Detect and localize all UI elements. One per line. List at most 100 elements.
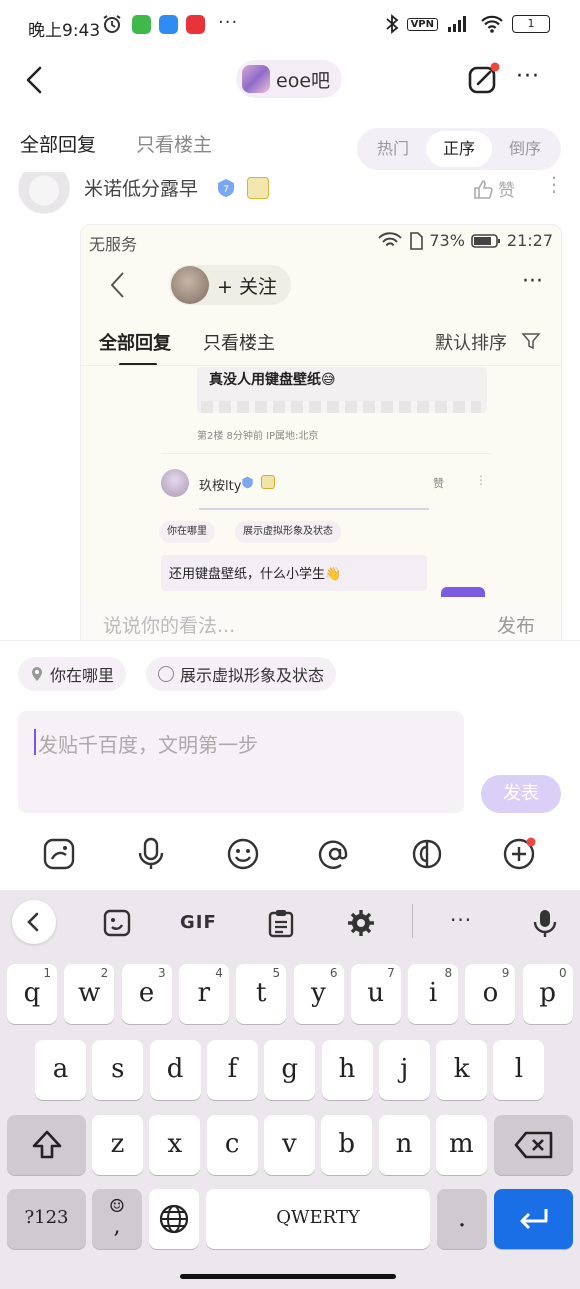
key-t[interactable]: t5 (236, 964, 287, 1024)
key-u[interactable]: u7 (350, 964, 401, 1024)
clipboard-icon[interactable] (266, 908, 296, 938)
status-more-dots: ··· (218, 12, 239, 33)
avatar-status-chip-label: 展示虚拟形象及状态 (180, 666, 325, 685)
embedded-chip-avatar: 展示虚拟形象及状态 (235, 521, 341, 543)
key-r[interactable]: r4 (178, 964, 229, 1024)
gif-button[interactable]: GIF (180, 912, 217, 933)
status-system-icons: VPN 1 (385, 14, 550, 34)
backspace-key[interactable] (494, 1115, 573, 1175)
sort-ascending[interactable]: 正序 (426, 131, 492, 167)
like-button[interactable]: 赞 (472, 176, 515, 201)
embedded-quoted-text: 真没人用键盘壁纸😅 (209, 372, 336, 388)
location-chip[interactable]: 你在哪里 (18, 657, 127, 691)
sort-hot[interactable]: 热门 (360, 131, 426, 167)
more-dots-icon: ··· (522, 269, 543, 294)
settings-gear-icon[interactable] (346, 908, 376, 938)
embedded-sort-label: 默认排序 (435, 333, 507, 354)
avatar (171, 266, 209, 304)
more-menu-button[interactable]: ··· (516, 64, 540, 89)
keyboard-more-button[interactable]: ··· (450, 908, 472, 932)
key-hint: 8 (444, 966, 453, 980)
reply-text-input[interactable]: 发贴千百度，文明第一步 (18, 711, 464, 813)
tab-host-only[interactable]: 只看楼主 (136, 130, 212, 157)
key-f[interactable]: f (206, 1040, 258, 1100)
voice-input-icon[interactable] (530, 908, 560, 938)
key-label: s (111, 1054, 125, 1084)
backspace-icon (514, 1131, 552, 1159)
key-label: a (52, 1054, 69, 1084)
key-w[interactable]: w2 (64, 964, 115, 1024)
numbers-key[interactable]: ?123 (7, 1189, 86, 1249)
forum-avatar (242, 65, 270, 93)
embedded-input-text: 还用键盘壁纸，什么小学生👋 (169, 567, 342, 582)
tab-all-replies[interactable]: 全部回复 (20, 130, 96, 157)
sticker-icon[interactable] (102, 908, 132, 938)
key-s[interactable]: s (92, 1040, 144, 1100)
key-v[interactable]: v (263, 1115, 315, 1175)
key-label: j (400, 1054, 409, 1084)
battery-indicator: 1 (512, 15, 550, 33)
key-y[interactable]: y6 (293, 964, 344, 1024)
key-a[interactable]: a (35, 1040, 86, 1100)
forum-name-pill[interactable]: eoe吧 (236, 60, 343, 98)
key-label: n (395, 1129, 413, 1159)
key-c[interactable]: c (206, 1115, 258, 1175)
enter-key[interactable] (494, 1189, 573, 1249)
key-e[interactable]: e3 (121, 964, 172, 1024)
key-m[interactable]: m (435, 1115, 487, 1175)
key-g[interactable]: g (264, 1040, 316, 1100)
key-o[interactable]: o9 (465, 964, 516, 1024)
key-d[interactable]: d (149, 1040, 201, 1100)
key-label: v (282, 1129, 297, 1159)
key-h[interactable]: h (321, 1040, 373, 1100)
emoji-comma-key[interactable]: ☺ , (92, 1189, 142, 1249)
key-j[interactable]: j (378, 1040, 430, 1100)
reply-filter-tabs: 全部回复 只看楼主 热门 正序 倒序 (0, 120, 580, 172)
embedded-chip-location: 你在哪里 (159, 521, 215, 543)
key-b[interactable]: b (321, 1115, 373, 1175)
back-arrow-icon[interactable] (20, 62, 50, 98)
microphone-icon[interactable] (134, 837, 168, 871)
reply-image[interactable]: 无服务 73% 21:27 + 关注 ··· 全部回复 只看楼主 默认排序 真没… (80, 224, 562, 644)
key-hint: 9 (501, 966, 510, 980)
reply-user-name[interactable]: 米诺低分露早 (84, 174, 198, 201)
send-button[interactable]: 发表 (481, 775, 561, 813)
period-key[interactable]: . (437, 1189, 487, 1249)
key-k[interactable]: k (436, 1040, 488, 1100)
language-key[interactable] (149, 1189, 199, 1249)
embedded-follow-label: + 关注 (217, 275, 277, 298)
sticker-icon[interactable] (42, 837, 76, 871)
divider (161, 453, 491, 454)
key-x[interactable]: x (149, 1115, 201, 1175)
keyboard-collapse-button[interactable] (12, 900, 56, 944)
location-pin-icon (32, 667, 42, 681)
mention-icon[interactable] (318, 837, 352, 871)
sort-descending[interactable]: 倒序 (492, 131, 558, 167)
space-key[interactable]: QWERTY (206, 1189, 430, 1249)
key-label: b (338, 1129, 356, 1159)
battery-icon (471, 233, 500, 248)
gift-shell-icon[interactable] (410, 837, 444, 871)
avatar[interactable] (18, 172, 70, 214)
reply-more-button[interactable]: ⋮ (544, 172, 564, 196)
avatar-status-chip[interactable]: 展示虚拟形象及状态 (146, 657, 337, 691)
key-z[interactable]: z (92, 1115, 143, 1175)
embedded-status-carrier: 无服务 (89, 235, 138, 254)
wifi-icon (481, 15, 503, 33)
home-indicator[interactable] (180, 1274, 396, 1279)
embedded-status-right: 73% 21:27 (377, 231, 553, 250)
key-p[interactable]: p0 (522, 964, 573, 1024)
embedded-faded-text (201, 401, 481, 413)
more-dots-icon: ⋮ (475, 473, 487, 487)
key-i[interactable]: i8 (408, 964, 459, 1024)
shift-key[interactable] (7, 1115, 86, 1175)
medal-icon (247, 177, 269, 199)
key-label: e (138, 978, 155, 1008)
key-n[interactable]: n (378, 1115, 430, 1175)
key-l[interactable]: l (493, 1040, 545, 1100)
add-more-icon[interactable] (502, 837, 536, 871)
embedded-user2-name: 玖桉lty (199, 479, 242, 494)
share-edit-icon[interactable] (466, 62, 500, 96)
key-q[interactable]: q1 (7, 964, 57, 1024)
emoji-icon[interactable] (226, 837, 260, 871)
